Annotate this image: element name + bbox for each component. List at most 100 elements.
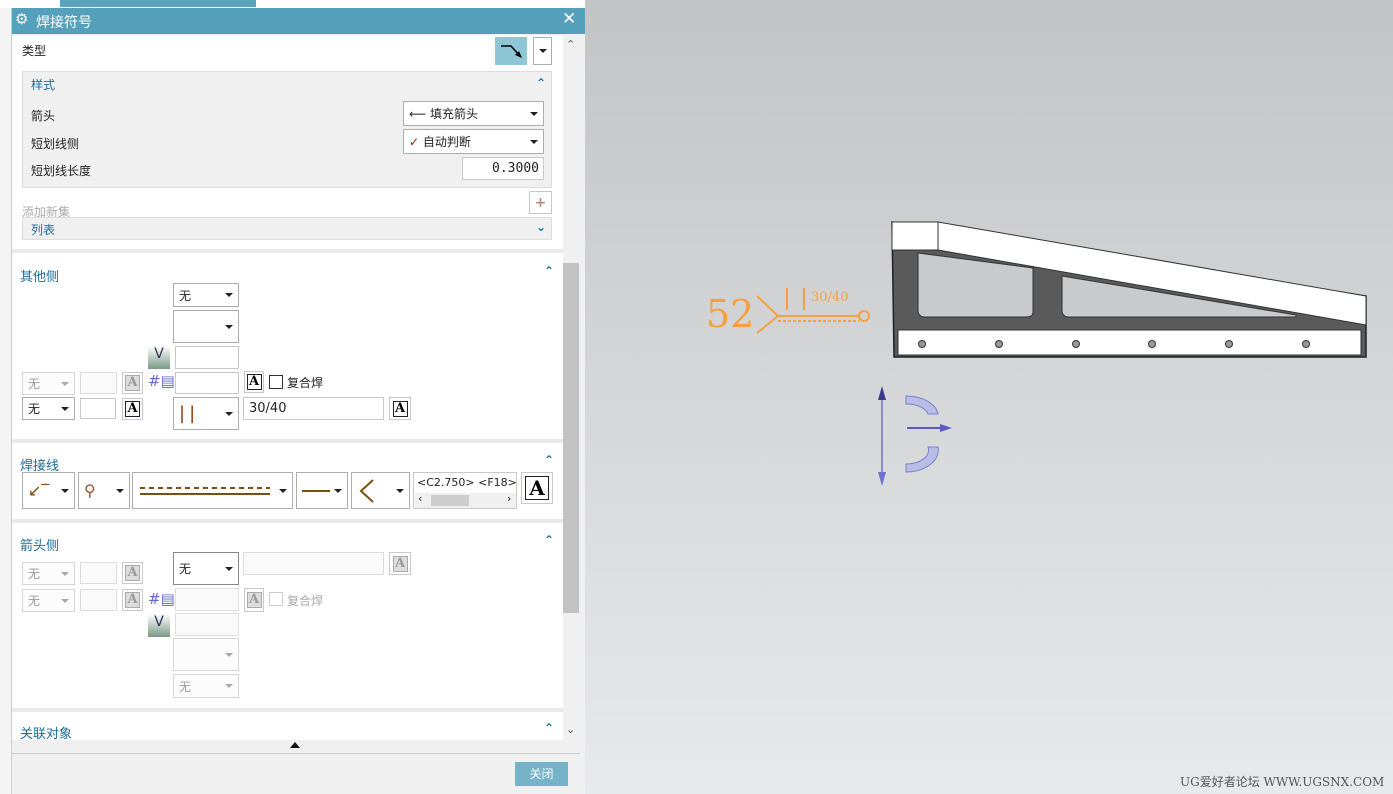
chevron-up-icon[interactable]: ⌃: [544, 264, 554, 278]
dash-side-select[interactable]: ✓ 自动判断: [403, 129, 544, 154]
weld-line-text-box[interactable]: <C2.750> <F18>52 ‹›: [413, 472, 517, 509]
related-objects-header[interactable]: 关联对象: [20, 723, 72, 742]
dialog-content: 类型 样式 ⌃ 箭头 ⟵ 填充箭头 短划线侧 ✓ 自动判断 短划线长度 0.30…: [12, 35, 563, 742]
close-button[interactable]: 关闭: [515, 762, 568, 786]
root-opening-input[interactable]: [175, 372, 239, 394]
arrow-side-header[interactable]: 箭头侧: [20, 535, 59, 554]
chevron-down-icon: ⌄: [536, 220, 547, 234]
text-style-button-disabled[interactable]: A: [389, 552, 411, 575]
font-a-icon: A: [525, 476, 549, 500]
select-value: 无: [28, 594, 41, 608]
other-side-contour-select[interactable]: [173, 310, 239, 343]
tail-select[interactable]: [351, 472, 410, 509]
font-a-icon: A: [246, 592, 262, 608]
font-a-icon: A: [125, 592, 140, 608]
scroll-left-icon[interactable]: ‹: [418, 492, 422, 505]
font-a-icon: A: [125, 375, 140, 391]
weld-symbol-dialog: ⚙ 焊接符号 ✕ 类型 样式 ⌃ 箭头 ⟵ 填充箭头 短划线侧 ✓ 自动判断 短…: [12, 8, 585, 794]
dash-length-input[interactable]: 0.3000: [462, 157, 544, 180]
scroll-up-icon[interactable]: ⌃: [566, 38, 575, 51]
csys-triad[interactable]: [878, 386, 952, 486]
divider: [12, 439, 563, 443]
chevron-up-icon[interactable]: ⌃: [544, 533, 554, 547]
horizontal-scrollbar[interactable]: ‹ ›: [415, 492, 516, 508]
style-group: 样式 ⌃ 箭头 ⟵ 填充箭头 短划线侧 ✓ 自动判断 短划线长度 0.3000: [22, 71, 552, 188]
text-style-button-disabled[interactable]: A: [244, 588, 264, 612]
text-style-button-disabled[interactable]: A: [122, 589, 143, 611]
weld-symbol-select[interactable]: ||: [173, 397, 239, 430]
watermark: UG爱好者论坛 WWW.UGSNX.COM: [1180, 775, 1385, 789]
scrollbar-thumb[interactable]: [563, 263, 579, 613]
select-value: 无: [179, 562, 192, 576]
groove-angle-icon: V: [148, 346, 170, 369]
other-side-prefix-select-disabled[interactable]: 无: [22, 372, 75, 395]
font-a-icon: A: [392, 400, 408, 417]
arrow-side-root-input-disabled[interactable]: [175, 588, 239, 611]
font-a-icon: A: [246, 374, 262, 390]
composite-weld-checkbox[interactable]: [269, 375, 283, 389]
gear-icon[interactable]: ⚙: [15, 10, 28, 28]
scroll-down-icon[interactable]: ⌄: [566, 723, 575, 736]
type-button[interactable]: [495, 37, 527, 65]
list-group[interactable]: 列表 ⌄: [22, 217, 552, 240]
select-value: 无: [179, 679, 192, 694]
arrow-side-prefix-select-disabled[interactable]: 无: [22, 562, 75, 585]
arrow-side-prefix-input-disabled[interactable]: [80, 562, 117, 584]
text-style-button[interactable]: A: [521, 472, 553, 504]
line-style-select[interactable]: [296, 472, 348, 509]
type-label: 类型: [22, 44, 47, 58]
weld-text-input[interactable]: 30/40: [243, 397, 384, 420]
reference-line-select[interactable]: [132, 472, 293, 509]
dialog-titlebar[interactable]: ⚙ 焊接符号 ✕: [12, 8, 585, 34]
select-value: 无: [179, 288, 192, 303]
scrollbar-thumb[interactable]: [431, 495, 469, 506]
divider: [12, 753, 580, 754]
composite-weld-checkbox-disabled[interactable]: [269, 592, 283, 606]
groove-angle-input[interactable]: [175, 346, 239, 369]
arrow-side-finish-select-disabled[interactable]: 无: [173, 674, 239, 698]
arrow-left-icon: ⟵: [409, 106, 431, 121]
scroll-right-icon[interactable]: ›: [507, 492, 511, 505]
auto-infer-icon: ✓: [409, 134, 423, 149]
text-style-button[interactable]: A: [122, 398, 143, 420]
font-a-icon: A: [125, 565, 140, 581]
weld-line-text: <C2.750> <F18>52: [417, 476, 517, 489]
text-style-button-disabled[interactable]: A: [122, 372, 143, 394]
other-side-size-input[interactable]: [80, 398, 116, 419]
text-style-button-disabled[interactable]: A: [122, 562, 143, 584]
type-dropdown[interactable]: [533, 37, 552, 65]
other-side-symbol-select[interactable]: 无: [173, 283, 239, 307]
chevron-up-icon[interactable]: ⌃: [544, 721, 554, 735]
arrow-label: 箭头: [31, 109, 56, 123]
add-icon: +: [534, 194, 547, 211]
other-side-prefix-input-disabled[interactable]: [80, 372, 117, 394]
arrow-side-size-input-disabled[interactable]: [80, 589, 117, 611]
other-side-size-select[interactable]: 无: [22, 397, 75, 420]
weld-spec-text: 30/40: [811, 290, 849, 305]
font-a-icon: A: [392, 555, 408, 572]
arrow-side-size-select-disabled[interactable]: 无: [22, 589, 75, 612]
divider: [12, 249, 563, 253]
chevron-up-icon[interactable]: ⌃: [536, 76, 546, 90]
square-groove-icon: ||: [179, 403, 200, 424]
add-set-button[interactable]: +: [529, 191, 552, 214]
leader-style-select[interactable]: ↙‾: [22, 472, 75, 509]
select-value: 无: [28, 567, 41, 581]
select-value: 无: [28, 402, 41, 416]
dash-length-label: 短划线长度: [31, 164, 92, 178]
close-icon[interactable]: ✕: [562, 9, 576, 29]
chevron-up-icon[interactable]: ⌃: [544, 453, 554, 467]
arrow-side-angle-input-disabled[interactable]: [175, 613, 239, 636]
style-header[interactable]: 样式: [31, 76, 55, 93]
arrow-side-symbol-select[interactable]: 无: [173, 552, 239, 585]
arrow-select[interactable]: ⟵ 填充箭头: [403, 101, 544, 126]
text-style-button[interactable]: A: [244, 371, 264, 393]
all-around-select[interactable]: ⚲: [78, 472, 130, 509]
vertical-scrollbar[interactable]: ⌃ ⌄: [563, 35, 579, 740]
text-style-button[interactable]: A: [389, 397, 411, 420]
collapse-triangle-icon[interactable]: [290, 742, 300, 748]
arrow-side-contour-select-disabled[interactable]: [173, 638, 239, 671]
other-side-header[interactable]: 其他侧: [20, 266, 59, 285]
arrow-side-weld-text-disabled[interactable]: [243, 552, 384, 575]
solid-line-icon: [302, 489, 330, 492]
